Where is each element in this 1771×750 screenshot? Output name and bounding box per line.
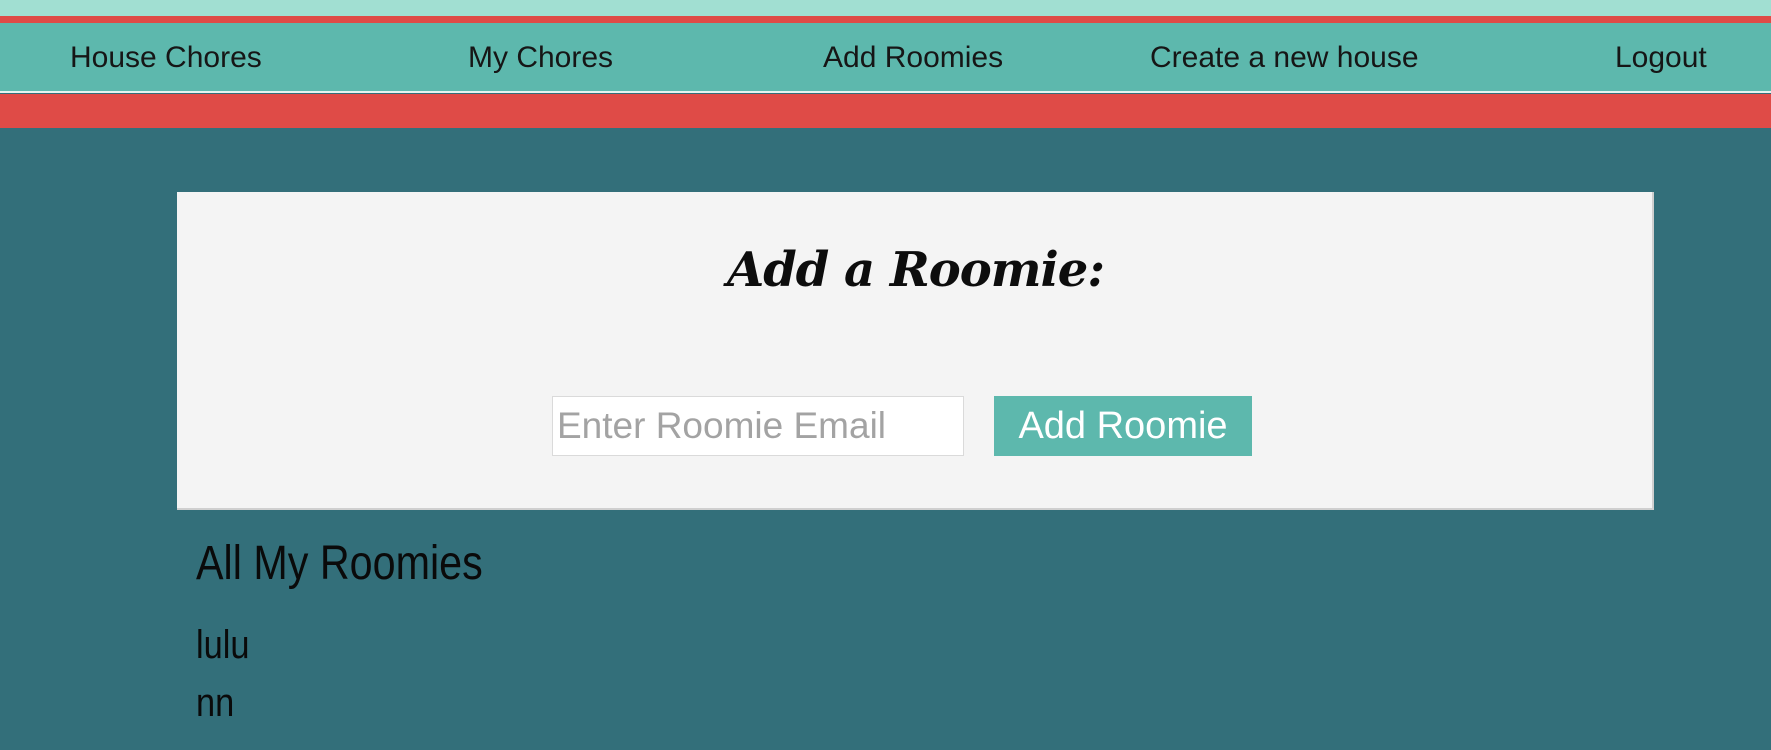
nav-my-chores[interactable]: My Chores [468,23,613,93]
add-roomie-card: Add a Roomie: Add Roomie [177,192,1654,510]
all-roomies-heading: All My Roomies [196,537,483,590]
top-accent-bar [0,0,1771,16]
top-red-stripe [0,16,1771,23]
red-divider-band [0,94,1771,128]
add-roomie-title: Add a Roomie: [726,242,1105,298]
add-roomie-button[interactable]: Add Roomie [994,396,1252,456]
roomie-item: lulu [196,623,250,667]
roomie-list: lulu nn [196,620,258,736]
nav-add-roomies[interactable]: Add Roomies [823,23,1003,93]
nav-logout[interactable]: Logout [1615,23,1707,93]
main-navbar: House Chores My Chores Add Roomies Creat… [0,23,1771,93]
nav-create-house[interactable]: Create a new house [1150,23,1419,93]
nav-house-chores[interactable]: House Chores [70,23,262,93]
roomie-email-input[interactable] [552,396,964,456]
roomie-item: nn [196,681,235,725]
